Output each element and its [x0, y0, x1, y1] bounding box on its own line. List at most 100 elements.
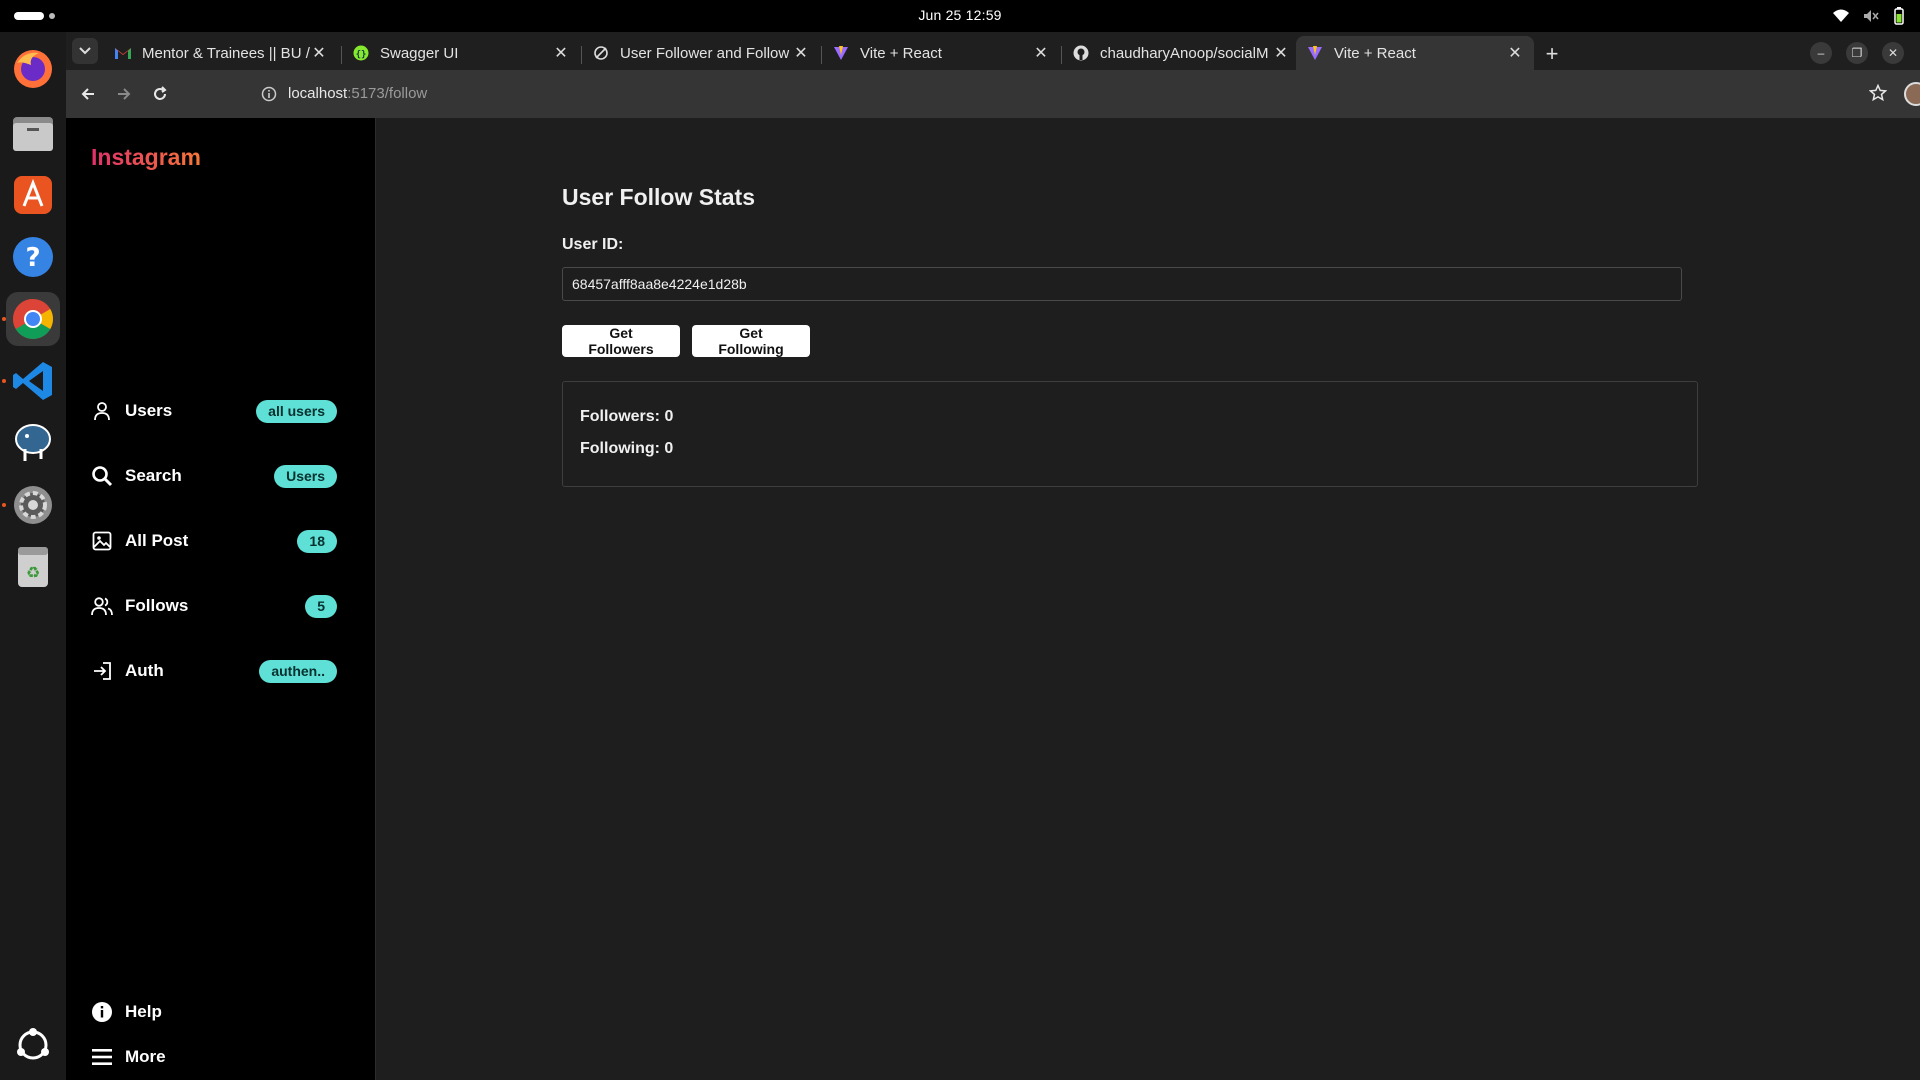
sidebar-item-help[interactable]: Help — [91, 992, 337, 1032]
firefox-icon[interactable] — [6, 42, 60, 96]
vscode-icon[interactable] — [6, 354, 60, 408]
trash-icon[interactable]: ♻ — [6, 540, 60, 594]
address-bar[interactable] — [186, 76, 1876, 112]
back-button[interactable] — [76, 82, 100, 106]
chevron-down-icon — [79, 47, 91, 55]
browser-tab-active[interactable]: Vite + React ✕ — [1296, 36, 1534, 70]
forward-button[interactable] — [112, 82, 136, 106]
svg-text:♻: ♻ — [26, 563, 40, 582]
user-icon — [91, 400, 113, 422]
tab-search-button[interactable] — [72, 38, 98, 64]
users-icon — [91, 595, 113, 617]
close-icon[interactable]: ✕ — [792, 44, 810, 62]
chrome-icon[interactable] — [6, 292, 60, 346]
sidebar-item-follows[interactable]: Follows 5 — [91, 586, 337, 626]
tab-title: Mentor & Trainees || BU / — [142, 44, 310, 62]
app-logo[interactable]: Instagram — [91, 144, 201, 171]
close-icon[interactable]: ✕ — [1272, 44, 1290, 62]
tab-title: chaudharyAnoop/socialM — [1100, 44, 1269, 62]
close-icon[interactable]: ✕ — [1032, 44, 1050, 62]
volume-muted-icon — [1864, 10, 1879, 22]
following-count: Following: 0 — [580, 440, 674, 457]
close-icon[interactable]: ✕ — [310, 44, 328, 62]
sidebar-item-users[interactable]: Users all users — [91, 391, 337, 431]
profile-avatar[interactable] — [1904, 82, 1920, 106]
restore-button[interactable]: ❐ — [1846, 42, 1868, 64]
new-tab-button[interactable]: + — [1538, 40, 1566, 68]
url-host: localhost — [288, 85, 348, 102]
svg-text:?: ? — [25, 243, 40, 273]
image-icon — [91, 530, 113, 552]
minimize-button[interactable]: – — [1810, 42, 1832, 64]
system-clock[interactable]: Jun 25 12:59 — [0, 7, 1920, 23]
user-id-label: User ID: — [562, 236, 624, 253]
show-apps-icon[interactable] — [6, 1018, 60, 1072]
sidebar-badge: 18 — [297, 529, 337, 553]
url-path: :5173/follow — [347, 85, 428, 102]
reload-icon — [154, 86, 167, 100]
browser-tab[interactable]: Mentor & Trainees || BU / ✕ — [104, 36, 338, 70]
window-close-button[interactable]: ✕ — [1882, 42, 1904, 64]
user-id-input[interactable] — [562, 267, 1682, 301]
web-page: Instagram Users all users Search Users A… — [66, 118, 1920, 1080]
login-icon — [91, 660, 113, 682]
sidebar-badge: authen.. — [259, 659, 337, 683]
sidebar-item-more[interactable]: More — [91, 1037, 337, 1077]
get-followers-button[interactable]: Get Followers — [562, 325, 680, 357]
vite-icon — [1306, 44, 1324, 62]
sidebar-item-auth[interactable]: Auth authen.. — [91, 651, 337, 691]
sidebar-item-label: Help — [125, 1002, 162, 1021]
system-tray[interactable] — [1832, 7, 1906, 25]
search-icon — [91, 465, 113, 487]
tab-title: Vite + React — [860, 44, 942, 62]
arrow-right-icon — [118, 88, 131, 100]
postgresql-icon[interactable] — [6, 416, 60, 470]
sidebar-item-label: All Post — [125, 531, 189, 550]
browser-tab-strip: Mentor & Trainees || BU / ✕ {} Swagger U… — [66, 32, 1920, 70]
main-content: User Follow Stats User ID: Get Followers… — [376, 118, 1920, 1080]
sidebar-badge: 5 — [305, 594, 337, 618]
arrow-left-icon — [81, 88, 94, 100]
swagger-icon: {} — [352, 44, 370, 62]
site-info-icon[interactable] — [261, 86, 277, 102]
vite-icon — [832, 44, 850, 62]
sidebar-item-label: Search — [125, 466, 182, 485]
files-icon[interactable] — [6, 106, 60, 160]
sidebar-item-label: Follows — [125, 596, 189, 615]
browser-toolbar: localhost:5173/follow — [66, 70, 1920, 118]
battery-icon — [1894, 7, 1904, 25]
reload-button[interactable] — [148, 82, 172, 106]
sidebar: Instagram Users all users Search Users A… — [66, 118, 376, 1080]
tab-title: User Follower and Follow — [620, 44, 790, 62]
loading-icon — [592, 44, 610, 62]
get-following-button[interactable]: Get Following — [692, 325, 810, 357]
browser-tab[interactable]: User Follower and Follow ✕ — [582, 36, 820, 70]
browser-tab[interactable]: {} Swagger UI ✕ — [342, 36, 580, 70]
sidebar-item-label: Auth — [125, 661, 164, 680]
url-text[interactable]: localhost:5173/follow — [288, 85, 427, 102]
app-center-icon[interactable] — [6, 168, 60, 222]
followers-count: Followers: 0 — [580, 408, 674, 425]
follow-stats-panel: Followers: 0 Following: 0 — [562, 381, 1698, 487]
browser-tab[interactable]: chaudharyAnoop/socialM ✕ — [1062, 36, 1300, 70]
bookmark-star-icon[interactable] — [1869, 84, 1887, 102]
sidebar-badge: all users — [256, 399, 337, 423]
settings-icon[interactable] — [6, 478, 60, 532]
tab-title: Swagger UI — [380, 44, 459, 62]
gmail-icon — [114, 44, 132, 62]
close-icon[interactable]: ✕ — [1506, 44, 1524, 62]
info-icon — [91, 1001, 113, 1023]
sidebar-item-search[interactable]: Search Users — [91, 456, 337, 496]
github-icon — [1072, 44, 1090, 62]
close-icon[interactable]: ✕ — [552, 44, 570, 62]
hamburger-menu-icon — [91, 1046, 113, 1068]
application-dock: ? ♻ — [0, 32, 66, 1080]
system-top-bar: Jun 25 12:59 — [0, 0, 1920, 32]
tab-title: Vite + React — [1334, 44, 1416, 62]
browser-tab[interactable]: Vite + React ✕ — [822, 36, 1060, 70]
wifi-icon — [1833, 9, 1849, 22]
help-app-icon[interactable]: ? — [6, 230, 60, 284]
svg-text:{}: {} — [356, 50, 367, 60]
sidebar-item-label: Users — [125, 401, 173, 420]
sidebar-item-all-post[interactable]: All Post 18 — [91, 521, 337, 561]
